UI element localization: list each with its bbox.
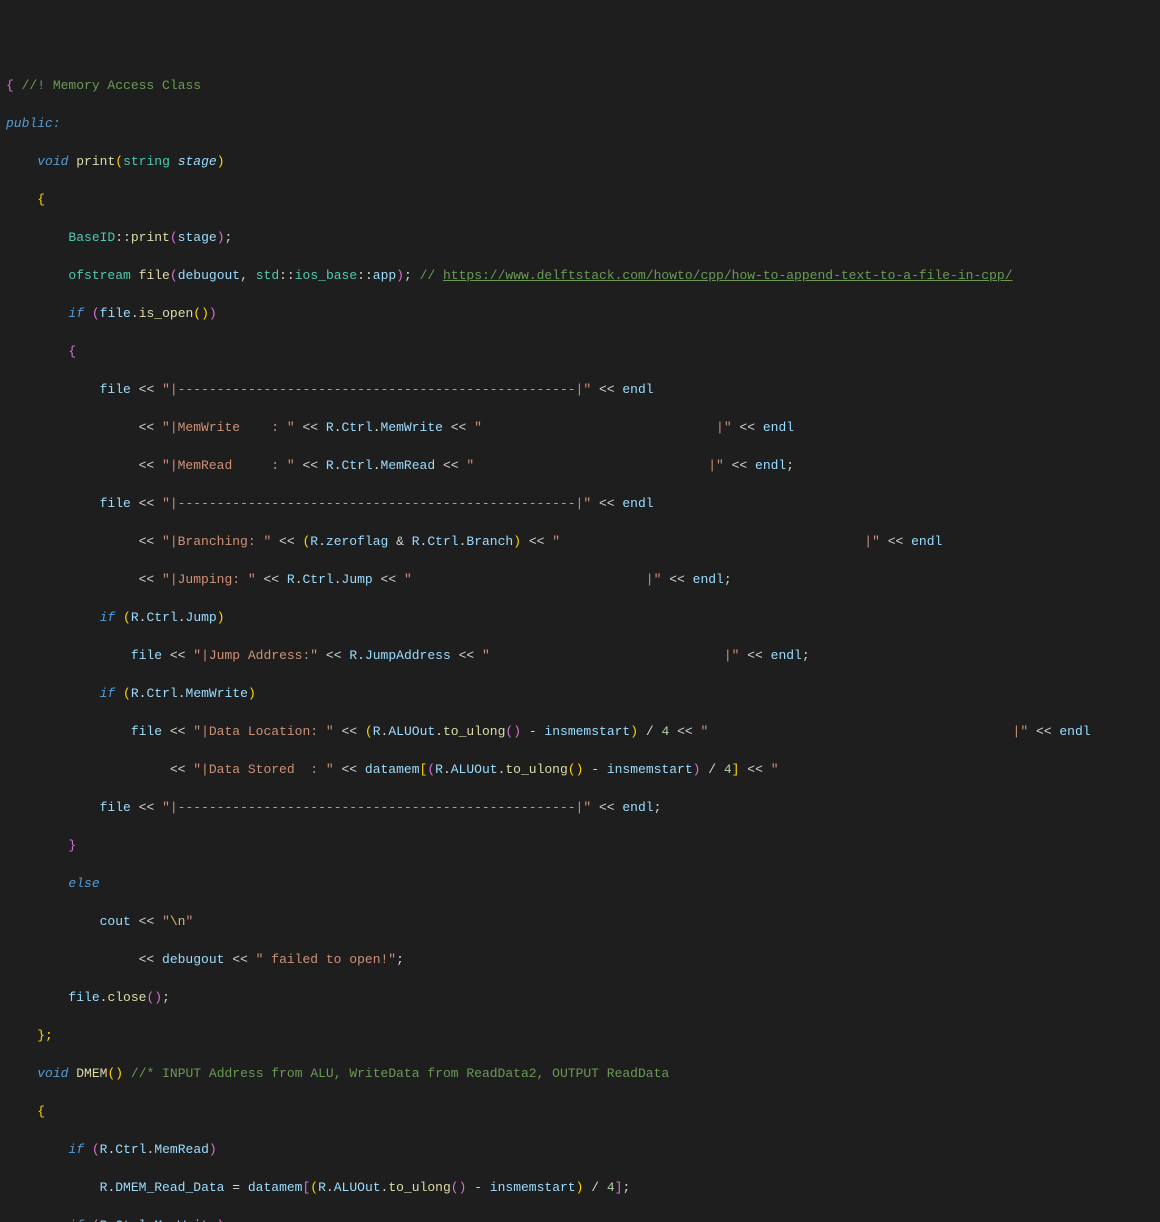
code-line: {	[6, 190, 1160, 209]
code-line: void DMEM() //* INPUT Address from ALU, …	[6, 1064, 1160, 1083]
code-line: << "|MemWrite : " << R.Ctrl.MemWrite << …	[6, 418, 1160, 437]
code-line: file.close();	[6, 988, 1160, 1007]
code-line: file << "|------------------------------…	[6, 798, 1160, 817]
code-line: };	[6, 1026, 1160, 1045]
code-line: << "|MemRead : " << R.Ctrl.MemRead << " …	[6, 456, 1160, 475]
code-line: if (R.Ctrl.MemRead)	[6, 1140, 1160, 1159]
code-line: file << "|Jump Address:" << R.JumpAddres…	[6, 646, 1160, 665]
code-line: {	[6, 1102, 1160, 1121]
code-line: file << "|------------------------------…	[6, 380, 1160, 399]
code-line: BaseID::print(stage);	[6, 228, 1160, 247]
code-editor[interactable]: { //! Memory Access Class public: void p…	[0, 57, 1160, 1222]
code-line: }	[6, 836, 1160, 855]
code-line: if (R.Ctrl.MemWrite)	[6, 684, 1160, 703]
code-line: R.DMEM_Read_Data = datamem[(R.ALUOut.to_…	[6, 1178, 1160, 1197]
code-line: if (file.is_open())	[6, 304, 1160, 323]
code-line: << "|Branching: " << (R.zeroflag & R.Ctr…	[6, 532, 1160, 551]
code-line: ofstream file(debugout, std::ios_base::a…	[6, 266, 1160, 285]
code-line: public:	[6, 114, 1160, 133]
code-line: << "|Data Stored : " << datamem[(R.ALUOu…	[6, 760, 1160, 779]
code-line: file << "|------------------------------…	[6, 494, 1160, 513]
code-line: << debugout << " failed to open!";	[6, 950, 1160, 969]
url-link[interactable]: https://www.delftstack.com/howto/cpp/how…	[443, 268, 1013, 283]
code-line: else	[6, 874, 1160, 893]
code-line: << "|Jumping: " << R.Ctrl.Jump << " |" <…	[6, 570, 1160, 589]
code-line: if (R.Ctrl.MemWrite)	[6, 1216, 1160, 1222]
code-line: cout << "\n"	[6, 912, 1160, 931]
code-line: file << "|Data Location: " << (R.ALUOut.…	[6, 722, 1160, 741]
code-line: void print(string stage)	[6, 152, 1160, 171]
code-line: { //! Memory Access Class	[6, 76, 1160, 95]
code-line: {	[6, 342, 1160, 361]
